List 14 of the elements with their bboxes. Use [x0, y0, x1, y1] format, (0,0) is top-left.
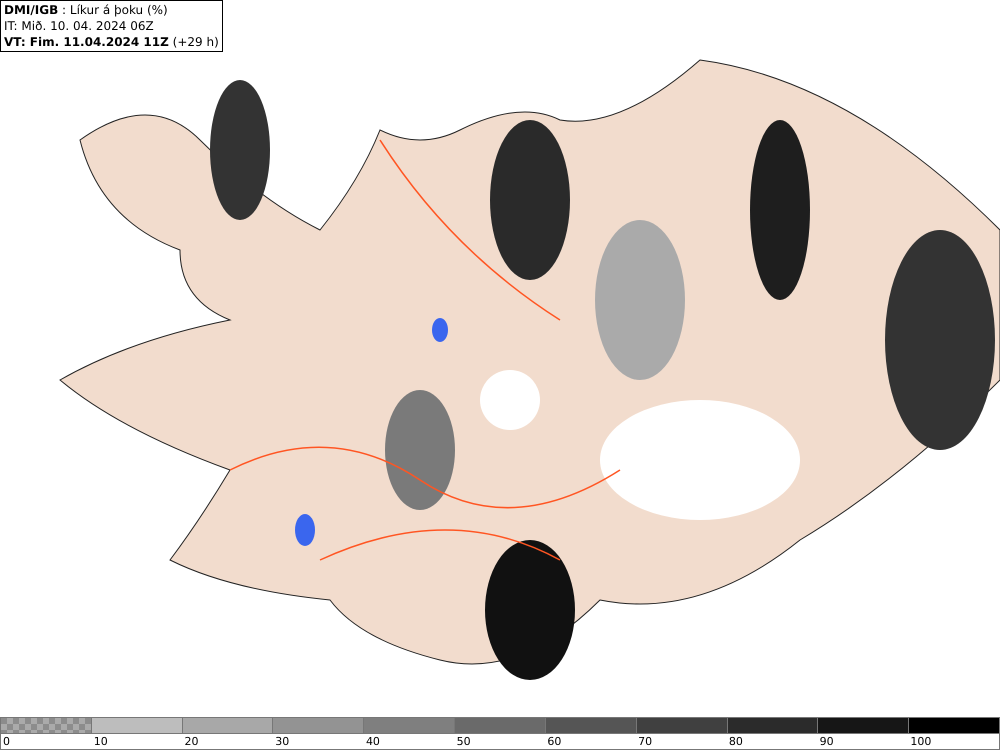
- info-line: DMI/IGB : Líkur á þoku (%): [4, 2, 169, 18]
- info-line: IT: Mið. 10. 04. 2024 06Z: [4, 18, 155, 34]
- info-line: VT: Fim. 11.04.2024 11Z (+29 h): [4, 34, 219, 50]
- scale-label: 100: [909, 734, 932, 749]
- scale-label: 10: [92, 734, 109, 749]
- scale-label: 30: [274, 734, 290, 749]
- scale-label: 40: [364, 734, 381, 749]
- scale-label: 0: [2, 734, 11, 749]
- scale-label: 80: [728, 734, 744, 749]
- scale-label: 20: [183, 734, 200, 749]
- scale-label: 60: [546, 734, 562, 749]
- scale-label: 70: [637, 734, 654, 749]
- scale-label: 50: [456, 734, 472, 749]
- scale-label: 90: [818, 734, 835, 749]
